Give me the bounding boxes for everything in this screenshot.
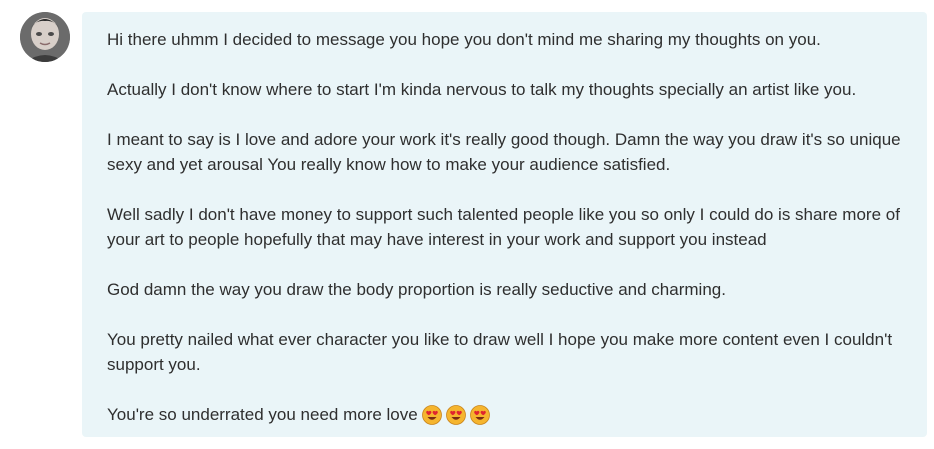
emoji-group	[421, 405, 494, 430]
message-paragraph: Actually I don't know where to start I'm…	[107, 80, 857, 99]
avatar[interactable]	[20, 12, 70, 62]
message-paragraph: You pretty nailed what ever character yo…	[107, 330, 893, 374]
heart-eyes-emoji-icon	[445, 405, 466, 425]
message-paragraph: Well sadly I don't have money to support…	[107, 205, 900, 249]
message-paragraph-text: You're so underrated you need more love	[107, 405, 418, 424]
heart-eyes-emoji-icon	[421, 405, 442, 425]
message-paragraph: I meant to say is I love and adore your …	[107, 130, 901, 174]
avatar-photo-icon	[20, 12, 70, 62]
message-bubble: Hi there uhmm I decided to message you h…	[82, 12, 927, 437]
heart-eyes-emoji-icon	[469, 405, 490, 425]
message-paragraph: God damn the way you draw the body propo…	[107, 280, 726, 299]
message-paragraph-last: You're so underrated you need more love	[107, 402, 907, 430]
message-paragraph: Hi there uhmm I decided to message you h…	[107, 30, 821, 49]
